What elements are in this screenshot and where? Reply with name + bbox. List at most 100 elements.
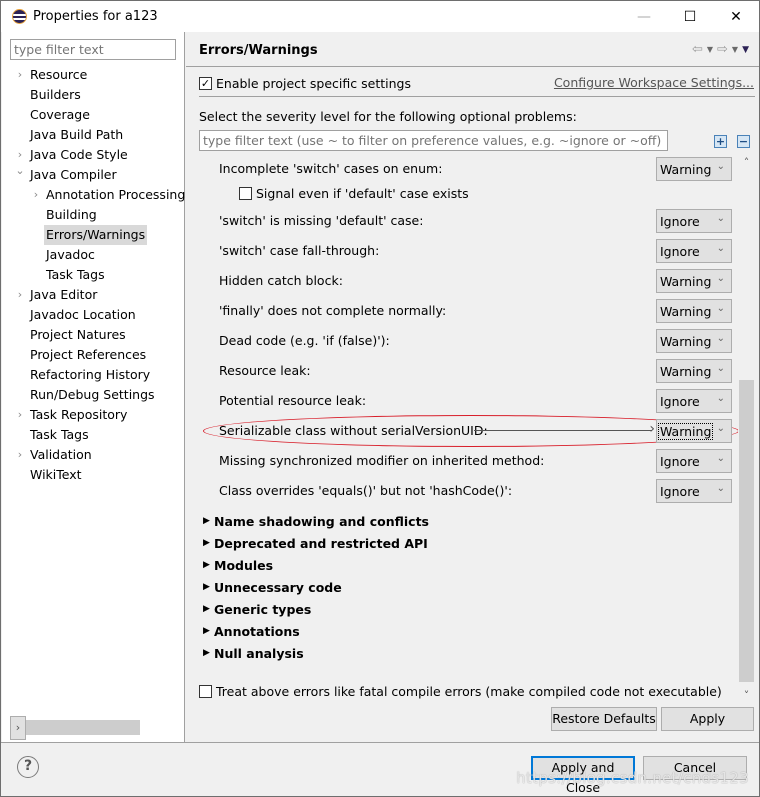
expand-triangle-icon[interactable]: ▶ xyxy=(199,538,214,548)
apply-button[interactable]: Apply xyxy=(661,707,754,731)
expand-triangle-icon[interactable]: ▶ xyxy=(199,626,214,636)
tree-item[interactable]: Javadoc Location xyxy=(2,305,185,325)
fatal-errors-checkbox[interactable]: Treat above errors like fatal compile er… xyxy=(199,684,722,699)
expand-triangle-icon[interactable]: ▶ xyxy=(199,516,214,526)
section-header[interactable]: ▶ Deprecated and restricted API xyxy=(199,532,428,554)
maximize-button[interactable]: ☐ xyxy=(667,1,713,32)
chevron-down-icon[interactable]: ⌄ xyxy=(14,161,26,181)
chevron-right-icon[interactable]: › xyxy=(14,405,26,425)
option-label: Dead code (e.g. 'if (false)'): xyxy=(219,333,390,348)
section-header[interactable]: ▶ Name shadowing and conflicts xyxy=(199,510,429,532)
severity-select[interactable]: Ignore ⌄ xyxy=(656,449,732,473)
configure-workspace-settings-link[interactable]: Configure Workspace Settings... xyxy=(554,75,754,90)
option-label: Resource leak: xyxy=(219,363,311,378)
problem-filter-input[interactable] xyxy=(199,130,668,151)
chevron-right-icon[interactable]: › xyxy=(30,185,42,205)
severity-select[interactable]: Warning ⌄ xyxy=(656,157,732,181)
chevron-down-icon[interactable]: ⌄ xyxy=(717,303,725,314)
chevron-right-icon[interactable]: › xyxy=(14,65,26,85)
severity-select[interactable]: Warning ⌄ xyxy=(656,269,732,293)
scrollbar-thumb[interactable] xyxy=(10,720,140,735)
chevron-down-icon[interactable]: ⌄ xyxy=(717,161,725,172)
checkbox-unchecked-icon[interactable] xyxy=(199,685,212,698)
minimize-button[interactable]: — xyxy=(621,1,667,32)
severity-select[interactable]: Ignore ⌄ xyxy=(656,209,732,233)
tree-item[interactable]: Errors/Warnings xyxy=(2,225,185,245)
help-icon[interactable]: ? xyxy=(17,756,39,778)
chevron-down-icon[interactable]: ⌄ xyxy=(717,243,725,254)
expand-triangle-icon[interactable]: ▶ xyxy=(199,604,214,614)
signal-default-checkbox[interactable]: Signal even if 'default' case exists xyxy=(239,186,469,201)
chevron-down-icon[interactable]: ⌄ xyxy=(717,423,725,434)
severity-select[interactable]: Warning ⌄ xyxy=(656,359,732,383)
tree-item[interactable]: Run/Debug Settings xyxy=(2,385,185,405)
category-filter-input[interactable] xyxy=(10,39,176,60)
section-header[interactable]: ▶ Unnecessary code xyxy=(199,576,342,598)
expand-triangle-icon[interactable]: ▶ xyxy=(199,560,214,570)
chevron-down-icon[interactable]: ⌄ xyxy=(717,213,725,224)
tree-item[interactable]: › Task Repository xyxy=(2,405,185,425)
severity-select[interactable]: Warning ⌄ xyxy=(656,329,732,353)
tree-item[interactable]: Task Tags xyxy=(2,265,185,285)
severity-select[interactable]: Ignore ⌄ xyxy=(656,479,732,503)
tree-item[interactable]: Task Tags xyxy=(2,425,185,445)
severity-select[interactable]: Ignore ⌄ xyxy=(656,239,732,263)
chevron-down-icon[interactable]: ⌄ xyxy=(717,273,725,284)
expand-triangle-icon[interactable]: ▶ xyxy=(199,582,214,592)
checkbox-checked-icon[interactable]: ✓ xyxy=(199,76,212,90)
checkbox-unchecked-icon[interactable] xyxy=(239,187,252,200)
section-header[interactable]: ▶ Modules xyxy=(199,554,273,576)
view-menu-icon[interactable]: ▼ xyxy=(742,45,749,55)
restore-defaults-button[interactable]: Restore Defaults xyxy=(551,707,657,731)
tree-item[interactable]: ⌄ Java Compiler xyxy=(2,164,185,185)
severity-select[interactable]: Ignore ⌄ xyxy=(656,389,732,413)
tree-item-label: Refactoring History xyxy=(30,367,151,382)
chevron-down-icon[interactable]: ⌄ xyxy=(717,363,725,374)
option-row: Missing synchronized modifier on inherit… xyxy=(199,446,739,476)
tree-item[interactable]: › Validation xyxy=(2,445,185,465)
tree-item[interactable]: › Java Code Style xyxy=(2,145,185,165)
forward-dropdown-icon[interactable]: ▼ xyxy=(732,45,738,54)
collapse-all-icon[interactable]: − xyxy=(737,135,750,148)
tree-item[interactable]: › Java Editor xyxy=(2,285,185,305)
severity-select[interactable]: Warning ⌄ xyxy=(656,299,732,323)
section-header[interactable]: ▶ Annotations xyxy=(199,620,300,642)
tree-item[interactable]: Builders xyxy=(2,85,185,105)
option-row: Hidden catch block: Warning ⌄ xyxy=(199,266,739,296)
page-title: Errors/Warnings xyxy=(199,43,318,58)
vertical-scrollbar[interactable]: ˄ ˅ xyxy=(738,154,755,702)
scroll-down-icon[interactable]: ˅ xyxy=(738,689,755,702)
scroll-up-icon[interactable]: ˄ xyxy=(738,156,755,169)
tree-item[interactable]: Project References xyxy=(2,345,185,365)
back-dropdown-icon[interactable]: ▼ xyxy=(707,45,713,54)
severity-select[interactable]: Warning ⌄ xyxy=(656,419,732,443)
tree-item[interactable]: Project Natures xyxy=(2,325,185,345)
chevron-down-icon[interactable]: ⌄ xyxy=(717,333,725,344)
back-arrow-icon[interactable]: ⇦ xyxy=(692,42,703,57)
tree-item[interactable]: Java Build Path xyxy=(2,125,185,145)
tree-item-label: Annotation Processing xyxy=(46,187,186,202)
chevron-right-icon[interactable]: › xyxy=(14,445,26,465)
scroll-right-icon[interactable]: › xyxy=(10,715,26,740)
scrollbar-thumb[interactable] xyxy=(739,380,754,682)
forward-arrow-icon[interactable]: ⇨ xyxy=(717,42,728,57)
chevron-down-icon[interactable]: ⌄ xyxy=(717,453,725,464)
tree-item[interactable]: Refactoring History xyxy=(2,365,185,385)
chevron-down-icon[interactable]: ⌄ xyxy=(717,393,725,404)
section-header[interactable]: ▶ Generic types xyxy=(199,598,311,620)
tree-item[interactable]: › Annotation Processing xyxy=(2,185,185,205)
horizontal-scrollbar[interactable]: ‹ › xyxy=(10,715,176,740)
expand-triangle-icon[interactable]: ▶ xyxy=(199,648,214,658)
tree-item[interactable]: Javadoc xyxy=(2,245,185,265)
tree-item[interactable]: › Resource xyxy=(2,65,185,85)
tree-item[interactable]: Building xyxy=(2,205,185,225)
section-header[interactable]: ▶ Null analysis xyxy=(199,642,304,664)
expand-all-icon[interactable]: + xyxy=(714,135,727,148)
tree-item[interactable]: WikiText xyxy=(2,465,185,485)
chevron-down-icon[interactable]: ⌄ xyxy=(717,483,725,494)
close-button[interactable]: ✕ xyxy=(713,1,759,32)
enable-project-settings-checkbox[interactable]: ✓ Enable project specific settings xyxy=(199,74,411,92)
tree-item-label: Javadoc Location xyxy=(30,307,136,322)
tree-item[interactable]: Coverage xyxy=(2,105,185,125)
chevron-right-icon[interactable]: › xyxy=(14,285,26,305)
